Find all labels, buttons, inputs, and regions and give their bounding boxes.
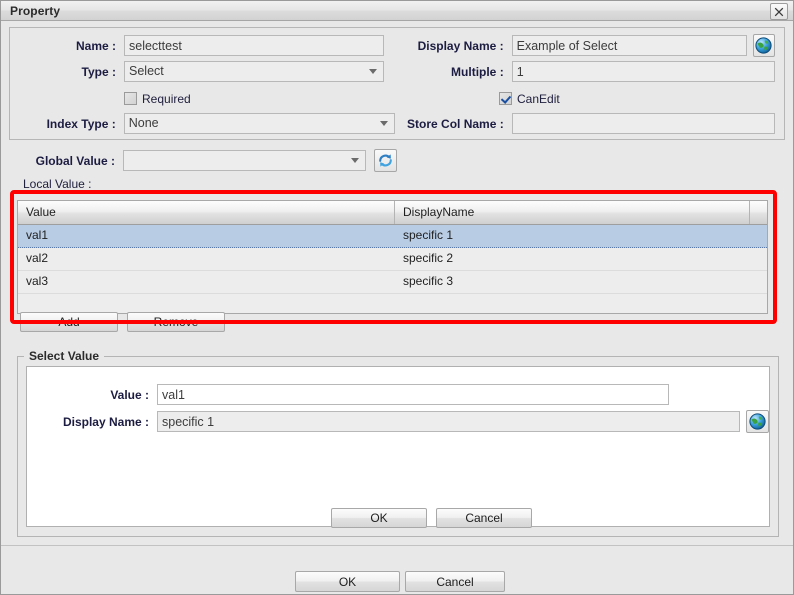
type-label: Type : bbox=[81, 64, 116, 79]
required-checkbox-label: Required bbox=[142, 91, 191, 106]
display-name-input[interactable] bbox=[511, 35, 747, 56]
table-cell-value: val2 bbox=[26, 251, 49, 265]
refresh-icon bbox=[379, 154, 392, 167]
table-column-header-filler bbox=[750, 201, 767, 224]
sv-value-input[interactable] bbox=[157, 384, 669, 405]
globe-icon bbox=[749, 413, 766, 430]
type-select[interactable]: Select bbox=[124, 61, 384, 82]
sv-display-name-input[interactable] bbox=[157, 411, 740, 432]
canedit-checkbox[interactable]: CanEdit bbox=[499, 92, 560, 106]
group-top-border bbox=[17, 356, 779, 357]
property-dialog: Property Name : Display Name : bbox=[0, 0, 794, 595]
field-row-canedit: CanEdit bbox=[499, 88, 560, 109]
field-row-sv-display-name: Display Name : bbox=[27, 410, 771, 433]
field-row-multiple: Multiple : bbox=[395, 61, 775, 82]
select-value-group: Select Value Value : Display Name : bbox=[17, 349, 779, 537]
canedit-checkbox-label: CanEdit bbox=[517, 91, 560, 106]
sv-display-name-label: Display Name : bbox=[62, 414, 149, 429]
field-row-sv-value: Value : bbox=[27, 384, 771, 405]
index-type-select-value: None bbox=[128, 116, 159, 130]
table-row[interactable]: val3 specific 3 bbox=[18, 271, 767, 294]
required-checkbox[interactable]: Required bbox=[124, 92, 191, 106]
refresh-button[interactable] bbox=[374, 149, 397, 172]
table-cell-displayname: specific 1 bbox=[403, 228, 454, 242]
chevron-down-icon bbox=[380, 121, 388, 126]
chevron-down-icon bbox=[369, 69, 377, 74]
globe-icon bbox=[755, 37, 772, 54]
table-cell-value: val1 bbox=[26, 228, 49, 242]
name-label: Name : bbox=[75, 38, 116, 53]
global-value-row: Global Value : bbox=[1, 149, 397, 172]
table-cell-value: val3 bbox=[26, 274, 49, 288]
sv-value-label: Value : bbox=[110, 387, 149, 402]
multiple-label: Multiple : bbox=[451, 64, 504, 79]
field-row-index-type: Index Type : None bbox=[10, 113, 395, 134]
field-row-required: Required bbox=[124, 88, 191, 109]
store-col-name-input[interactable] bbox=[511, 113, 775, 134]
name-input[interactable] bbox=[124, 35, 384, 56]
dialog-cancel-button[interactable]: Cancel bbox=[405, 571, 505, 592]
multiple-input[interactable] bbox=[511, 61, 775, 82]
chevron-down-icon bbox=[351, 158, 359, 163]
index-type-label: Index Type : bbox=[46, 116, 116, 131]
select-value-cancel-button[interactable]: Cancel bbox=[436, 508, 532, 528]
table-column-header-value[interactable]: Value bbox=[18, 201, 395, 224]
select-value-inner-panel: Value : Display Name : bbox=[26, 366, 771, 528]
global-value-label: Global Value : bbox=[35, 153, 115, 168]
add-button[interactable]: Add bbox=[20, 312, 118, 332]
table-row[interactable]: val2 specific 2 bbox=[18, 248, 767, 271]
dialog-titlebar: Property bbox=[1, 1, 793, 21]
field-row-store-col-name: Store Col Name : bbox=[395, 113, 775, 134]
table-header-row: Value DisplayName bbox=[18, 201, 767, 225]
group-bottom-border bbox=[17, 536, 779, 537]
dialog-title: Property bbox=[10, 3, 61, 18]
property-fields-panel: Name : Display Name : bbox=[9, 27, 785, 140]
globe-icon-display-name[interactable] bbox=[752, 34, 775, 57]
select-value-ok-button[interactable]: OK bbox=[331, 508, 427, 528]
table-column-header-displayname[interactable]: DisplayName bbox=[395, 201, 750, 224]
field-row-display-name: Display Name : bbox=[395, 34, 775, 57]
group-left-border bbox=[17, 356, 18, 537]
table-cell-displayname: specific 2 bbox=[403, 251, 454, 265]
field-row-name: Name : bbox=[10, 35, 395, 56]
globe-icon-sv-display-name[interactable] bbox=[746, 410, 769, 433]
required-checkbox-box bbox=[124, 92, 137, 105]
global-value-select[interactable] bbox=[123, 150, 366, 171]
group-right-border bbox=[778, 356, 779, 537]
local-value-table: Value DisplayName val1 specific 1 val2 s… bbox=[17, 200, 768, 314]
field-row-type: Type : Select bbox=[10, 61, 395, 82]
dialog-ok-button[interactable]: OK bbox=[295, 571, 400, 592]
select-value-legend: Select Value bbox=[24, 349, 105, 363]
remove-button[interactable]: Remove bbox=[127, 312, 225, 332]
table-row[interactable]: val1 specific 1 bbox=[18, 225, 767, 248]
display-name-label: Display Name : bbox=[417, 38, 504, 53]
dialog-footer: OK Cancel bbox=[1, 548, 793, 594]
table-row-empty bbox=[18, 294, 767, 313]
canedit-checkbox-box bbox=[499, 92, 512, 105]
close-icon[interactable] bbox=[770, 3, 788, 20]
local-value-label: Local Value : bbox=[23, 177, 92, 191]
type-select-value: Select bbox=[129, 64, 164, 78]
index-type-select[interactable]: None bbox=[123, 113, 395, 134]
table-cell-displayname: specific 3 bbox=[403, 274, 454, 288]
store-col-name-label: Store Col Name : bbox=[407, 116, 504, 131]
